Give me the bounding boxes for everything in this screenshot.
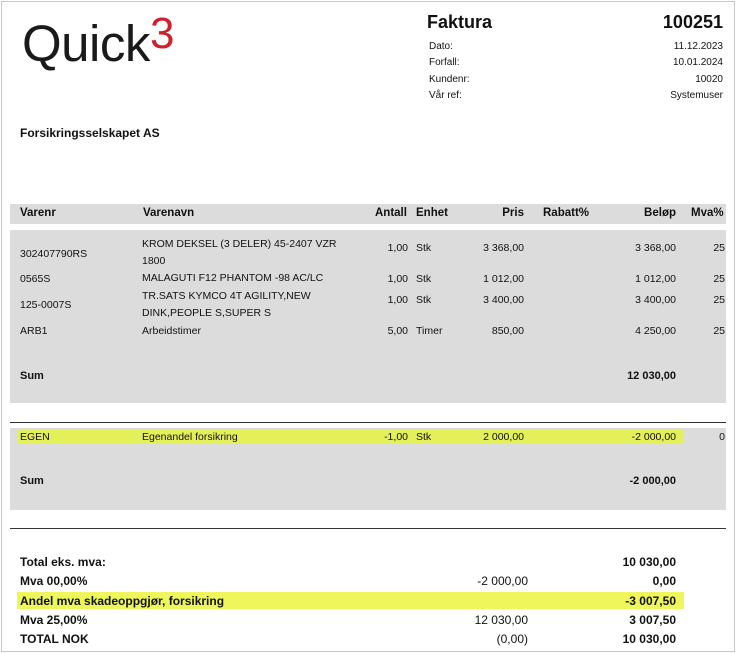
table-row-3-belop: 3 400,00	[635, 294, 676, 306]
total-excl-vat-value: 10 030,00	[622, 555, 676, 569]
table-row-3-enhet: Stk	[416, 294, 432, 306]
vat-0-label: Mva 00,00%	[20, 574, 88, 588]
deductible-antall: -1,00	[384, 431, 408, 443]
invoice-number: 100251	[662, 12, 723, 32]
deductible-pris: 2 000,00	[483, 431, 524, 443]
vat-0-value: 0,00	[652, 574, 676, 588]
table-row-3-varenr: 125-0007S	[20, 299, 72, 311]
total-nok-base: (0,00)	[496, 632, 528, 646]
table-row-4-antall: 5,00	[387, 325, 408, 337]
table-row-2-mva: 25	[713, 273, 725, 285]
table-row-2-varenavn: MALAGUTI F12 PHANTOM -98 AC/LC	[142, 272, 324, 284]
col-header-rabatt: Rabatt%	[543, 207, 590, 219]
col-header-varenavn: Varenavn	[143, 207, 195, 219]
date-value: 11.12.2023	[673, 41, 723, 52]
table-row-4-enhet: Timer	[416, 325, 443, 337]
vat-25-label: Mva 25,00%	[20, 613, 88, 627]
table-row-1-mva: 25	[713, 242, 725, 254]
vat-25-base: 12 030,00	[474, 613, 528, 627]
table-row-1-enhet: Stk	[416, 242, 432, 254]
date-label: Dato:	[429, 41, 453, 52]
section-divider	[10, 422, 726, 423]
insurance-vat-value: -3 007,50	[625, 594, 676, 608]
total-nok-value: 10 030,00	[622, 632, 676, 646]
our-ref-value: Systemuser	[670, 90, 723, 101]
table-row-3-antall: 1,00	[387, 294, 408, 306]
deductible-belop: -2 000,00	[631, 431, 676, 443]
table-row-1-antall: 1,00	[387, 242, 408, 254]
table-row-4-belop: 4 250,00	[635, 325, 676, 337]
col-header-pris: Pris	[502, 207, 524, 219]
col-header-mva: Mva%	[691, 207, 724, 219]
deductible-sum-label: Sum	[20, 475, 44, 487]
col-header-varenr: Varenr	[20, 207, 56, 219]
col-header-enhet: Enhet	[416, 207, 448, 219]
table-row-2-antall: 1,00	[387, 273, 408, 285]
deductible-highlight	[17, 430, 684, 443]
logo-number: 3	[150, 9, 175, 58]
line-items-band	[10, 230, 726, 403]
customer-number-value: 10020	[695, 74, 723, 85]
table-row-3-pris: 3 400,00	[483, 294, 524, 306]
table-row-2-varenr: 0565S	[20, 273, 51, 285]
deductible-mva: 0	[719, 431, 725, 443]
total-nok-label: TOTAL NOK	[20, 632, 89, 646]
table-row-4-varenavn: Arbeidstimer	[142, 325, 201, 337]
table-row-4-mva: 25	[713, 325, 725, 337]
due-date-value: 10.01.2024	[672, 57, 723, 68]
table-row-1-pris: 3 368,00	[483, 242, 524, 254]
table-row-1-varenr: 302407790RS	[20, 248, 88, 260]
table-row-2-belop: 1 012,00	[635, 273, 676, 285]
table-row-1-belop: 3 368,00	[635, 242, 676, 254]
table-row-3-varenavn: TR.SATS KYMCO 4T AGILITY,NEW DINK,PEOPLE…	[142, 290, 311, 319]
total-excl-vat-label: Total eks. mva:	[20, 555, 106, 569]
insurance-vat-label: Andel mva skadeoppgjør, forsikring	[20, 594, 225, 608]
deductible-enhet: Stk	[416, 431, 432, 443]
customer-name: Forsikringsselskapet AS	[20, 126, 160, 140]
totals-divider	[10, 528, 726, 529]
table-header-band	[10, 204, 726, 224]
invoice-title: Faktura	[427, 12, 493, 32]
customer-number-label: Kundenr:	[429, 74, 470, 85]
sum-label: Sum	[20, 370, 44, 382]
table-row-4-varenr: ARB1	[20, 325, 48, 337]
col-header-belop: Beløp	[644, 207, 676, 219]
col-header-antall: Antall	[375, 207, 407, 219]
deductible-sum-value: -2 000,00	[629, 475, 676, 487]
table-row-2-enhet: Stk	[416, 273, 432, 285]
table-row-2-pris: 1 012,00	[483, 273, 524, 285]
deductible-varenr: EGEN	[20, 431, 50, 443]
deductible-varenavn: Egenandel forsikring	[142, 431, 238, 443]
table-row-4-pris: 850,00	[491, 325, 524, 337]
table-row-1-varenavn: KROM DEKSEL (3 DELER) 45-2407 VZR 1800	[142, 238, 337, 267]
vat-25-value: 3 007,50	[629, 613, 676, 627]
sum-value: 12 030,00	[627, 370, 676, 382]
table-row-3-mva: 25	[713, 294, 725, 306]
logo-word: Quick	[22, 15, 150, 72]
our-ref-label: Vår ref:	[429, 90, 462, 101]
vat-0-base: -2 000,00	[477, 574, 528, 588]
due-date-label: Forfall:	[429, 57, 460, 68]
